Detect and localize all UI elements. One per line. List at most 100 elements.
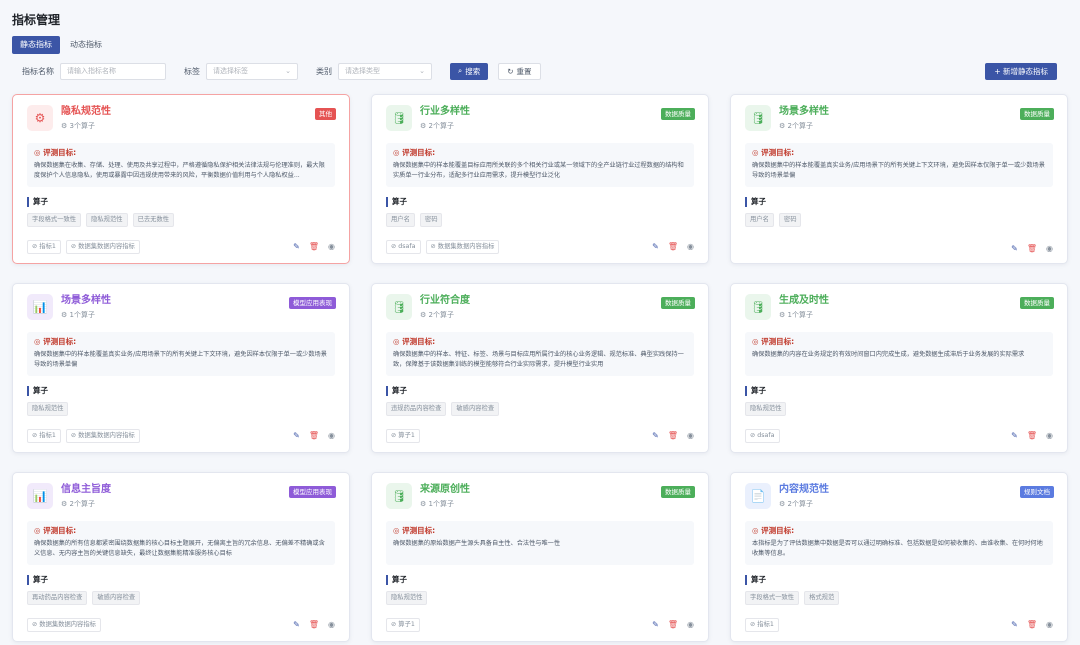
metric-name: 隐私规范性 bbox=[61, 106, 111, 117]
operator-chip: 隐私规范性 bbox=[386, 591, 428, 605]
refresh-icon: ↻ bbox=[507, 66, 514, 76]
goal-heading: ◎ 评测目标: bbox=[393, 526, 436, 535]
search-button[interactable]: ⌕ 搜索 bbox=[450, 62, 489, 80]
operator-count: ⚙ 2个算子 bbox=[420, 122, 454, 130]
tag-list: ⊘ dsafa bbox=[745, 429, 785, 443]
card-actions: ✎ 🗑 ◉ bbox=[652, 620, 694, 630]
operator-chip: 已去无数性 bbox=[132, 213, 175, 227]
metric-card[interactable]: 🛢 场景多样性 ⚙ 2个算子 数据质量 ◎ 评测目标: 确保数据集中的样本能覆盖… bbox=[730, 94, 1068, 264]
card-title-box: 场景多样性 ⚙ 2个算子 bbox=[779, 105, 1053, 131]
document-icon: 📄 bbox=[745, 483, 771, 509]
card-title-box: 来源原创性 ⚙ 1个算子 bbox=[420, 483, 694, 509]
edit-icon[interactable]: ✎ bbox=[293, 620, 300, 630]
edit-icon[interactable]: ✎ bbox=[1011, 431, 1018, 441]
tag-chip: ⊘ 算子1 bbox=[386, 618, 420, 632]
view-icon[interactable]: ◉ bbox=[328, 242, 335, 252]
tab-bar: 静态指标 动态指标 bbox=[12, 36, 1068, 54]
operator-chip: 字段格式一致性 bbox=[745, 591, 800, 605]
filter-bar: 指标名称 请输入指标名称 标签 请选择标签 ⌄ 类别 请选择类型 ⌄ ⌕ 搜索 … bbox=[12, 62, 1068, 80]
operator-chip: 敏感内容检查 bbox=[92, 591, 141, 605]
delete-icon[interactable]: 🗑 bbox=[309, 431, 319, 441]
view-icon[interactable]: ◉ bbox=[328, 431, 335, 441]
edit-icon[interactable]: ✎ bbox=[293, 431, 300, 441]
category-badge: 数据质量 bbox=[1020, 297, 1054, 309]
view-icon[interactable]: ◉ bbox=[687, 620, 694, 630]
delete-icon[interactable]: 🗑 bbox=[668, 431, 678, 441]
goal-box: ◎ 评测目标: 确保数据集中的样本能覆盖真实业务/应用场景下的所有关键上下文环境… bbox=[745, 143, 1053, 187]
view-icon[interactable]: ◉ bbox=[687, 431, 694, 441]
metric-card[interactable]: 🛢 行业符合度 ⚙ 2个算子 数据质量 ◎ 评测目标: 确保数据集中的样本、特征… bbox=[371, 283, 709, 453]
goal-heading: ◎ 评测目标: bbox=[752, 337, 795, 346]
tag-chip: ⊘ 数据集数据内容指标 bbox=[65, 429, 140, 443]
card-footer: ⊘ 数据集数据内容指标 ✎ 🗑 ◉ bbox=[27, 618, 335, 632]
operator-list: 再动药品内容检查 敏感内容检查 bbox=[27, 591, 335, 605]
view-icon[interactable]: ◉ bbox=[687, 242, 694, 252]
edit-icon[interactable]: ✎ bbox=[652, 242, 659, 252]
metric-card[interactable]: 📄 内容规范性 ⚙ 2个算子 规则文档 ◎ 评测目标: 本指标是为了评估数据集中… bbox=[730, 472, 1068, 642]
operator-chip: 再动药品内容检查 bbox=[27, 591, 88, 605]
reset-button-label: 重置 bbox=[516, 66, 532, 76]
metric-card[interactable]: 🛢 行业多样性 ⚙ 2个算子 数据质量 ◎ 评测目标: 确保数据集中的样本能覆盖… bbox=[371, 94, 709, 264]
operator-heading: 算子 bbox=[386, 197, 694, 207]
tag-chip: ⊘ 算子1 bbox=[386, 429, 420, 443]
metric-name: 来源原创性 bbox=[420, 484, 470, 495]
operator-heading: 算子 bbox=[745, 386, 1053, 396]
add-button-label: + 新增静态指标 bbox=[994, 66, 1048, 76]
view-icon[interactable]: ◉ bbox=[1046, 244, 1053, 254]
operator-list: 隐私规范性 bbox=[27, 402, 335, 416]
category-badge: 模型应用表现 bbox=[289, 297, 336, 309]
category-badge: 数据质量 bbox=[661, 108, 695, 120]
metric-card[interactable]: 📊 信息主旨度 ⚙ 2个算子 模型应用表现 ◎ 评测目标: 确保数据集的所有信息… bbox=[12, 472, 350, 642]
edit-icon[interactable]: ✎ bbox=[652, 431, 659, 441]
tag-select[interactable]: 请选择标签 ⌄ bbox=[206, 62, 298, 80]
goal-box: ◎ 评测目标: 确保数据集在收集、存储、处理、使用及共享过程中，严格遵循隐私保护… bbox=[27, 143, 335, 187]
card-footer: ⊘ 算子1 ✎ 🗑 ◉ bbox=[386, 618, 694, 632]
edit-icon[interactable]: ✎ bbox=[652, 620, 659, 630]
operator-chip: 字段格式一致性 bbox=[27, 213, 82, 227]
delete-icon[interactable]: 🗑 bbox=[1027, 620, 1037, 630]
gear-icon: ⚙ bbox=[27, 105, 53, 131]
metric-card[interactable]: 🛢 来源原创性 ⚙ 1个算子 数据质量 ◎ 评测目标: 确保数据集的原始数据产生… bbox=[371, 472, 709, 642]
metric-card[interactable]: 🛢 生成及时性 ⚙ 1个算子 数据质量 ◎ 评测目标: 确保数据集的内容在业务规… bbox=[730, 283, 1068, 453]
delete-icon[interactable]: 🗑 bbox=[1027, 244, 1037, 254]
delete-icon[interactable]: 🗑 bbox=[668, 242, 678, 252]
view-icon[interactable]: ◉ bbox=[328, 620, 335, 630]
metric-name: 场景多样性 bbox=[779, 106, 829, 117]
goal-heading: ◎ 评测目标: bbox=[393, 148, 436, 157]
card-footer: ⊘ dsafa ✎ 🗑 ◉ bbox=[745, 429, 1053, 443]
operator-heading: 算子 bbox=[27, 386, 335, 396]
view-icon[interactable]: ◉ bbox=[1046, 620, 1053, 630]
name-input-placeholder: 请输入指标名称 bbox=[67, 67, 116, 75]
edit-icon[interactable]: ✎ bbox=[1011, 244, 1018, 254]
metric-card[interactable]: 📊 场景多样性 ⚙ 1个算子 模型应用表现 ◎ 评测目标: 确保数据集中的样本能… bbox=[12, 283, 350, 453]
category-badge: 数据质量 bbox=[661, 486, 695, 498]
tag-list: ⊘ dsafa ⊘ 数据集数据内容指标 bbox=[386, 240, 504, 254]
category-select[interactable]: 请选择类型 ⌄ bbox=[338, 62, 432, 80]
reset-button[interactable]: ↻ 重置 bbox=[498, 62, 541, 80]
database-icon: 🛢 bbox=[386, 294, 412, 320]
goal-box: ◎ 评测目标: 确保数据集的内容在业务规定的有效时间窗口内完成生成，避免数据生成… bbox=[745, 332, 1053, 376]
card-header: ⚙ 隐私规范性 ⚙ 3个算子 bbox=[27, 105, 335, 137]
delete-icon[interactable]: 🗑 bbox=[309, 620, 319, 630]
operator-list: 用户名 密码 bbox=[745, 213, 1053, 227]
view-icon[interactable]: ◉ bbox=[1046, 431, 1053, 441]
add-static-metric-button[interactable]: + 新增静态指标 bbox=[985, 62, 1057, 80]
tab-dynamic-metrics[interactable]: 动态指标 bbox=[62, 36, 110, 54]
tag-list: ⊘ 指标1 bbox=[745, 618, 784, 632]
card-footer: ⊘ 指标1 ⊘ 数据集数据内容指标 ✎ 🗑 ◉ bbox=[27, 240, 335, 254]
delete-icon[interactable]: 🗑 bbox=[668, 620, 678, 630]
tab-static-metrics[interactable]: 静态指标 bbox=[12, 36, 60, 54]
name-search-input[interactable]: 请输入指标名称 bbox=[60, 62, 166, 80]
chart-icon: 📊 bbox=[27, 483, 53, 509]
tag-chip: ⊘ 指标1 bbox=[27, 429, 61, 443]
delete-icon[interactable]: 🗑 bbox=[1027, 431, 1037, 441]
category-badge: 数据质量 bbox=[661, 297, 695, 309]
tag-list: ⊘ 算子1 bbox=[386, 429, 425, 443]
search-icon: ⌕ bbox=[458, 66, 463, 75]
operator-chip: 用户名 bbox=[386, 213, 415, 227]
delete-icon[interactable]: 🗑 bbox=[309, 242, 319, 252]
edit-icon[interactable]: ✎ bbox=[1011, 620, 1018, 630]
edit-icon[interactable]: ✎ bbox=[293, 242, 300, 252]
metric-card[interactable]: ⚙ 隐私规范性 ⚙ 3个算子 其他 ◎ 评测目标: 确保数据集在收集、存储、处理… bbox=[12, 94, 350, 264]
tag-chip: ⊘ 指标1 bbox=[27, 240, 61, 254]
